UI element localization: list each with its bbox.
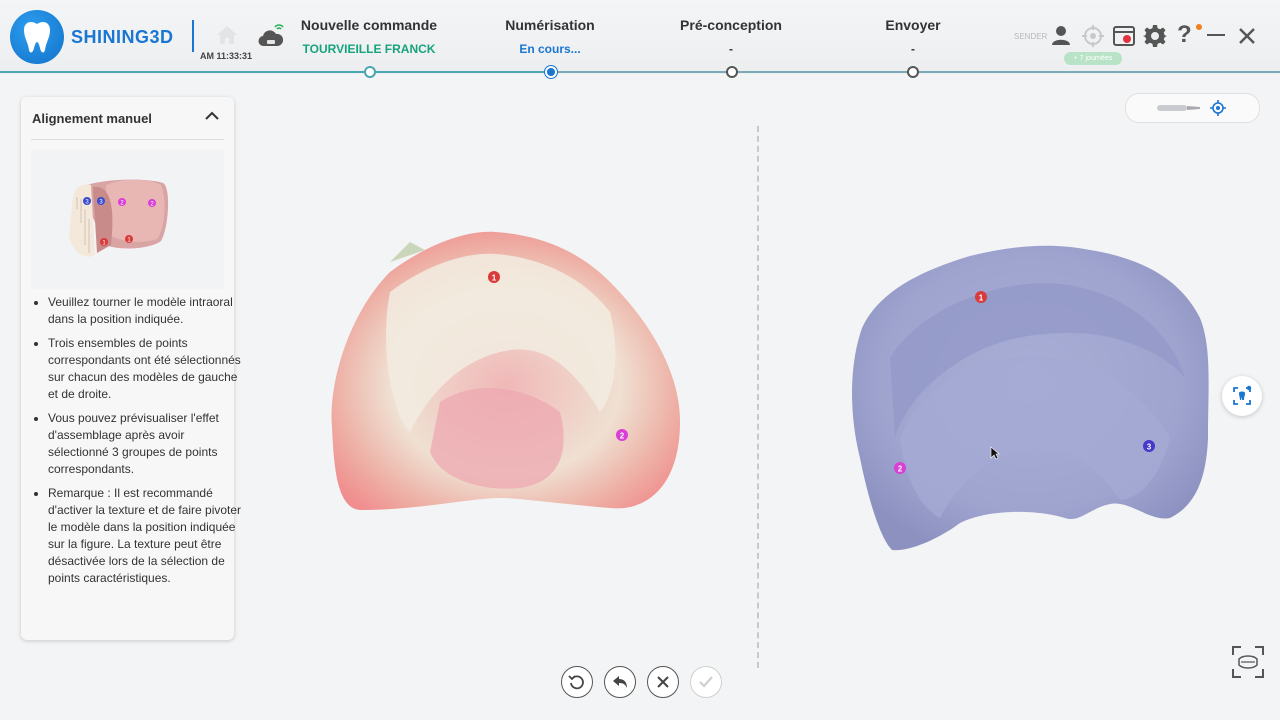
step-node-pending [907,66,919,78]
instruction-list: Veuillez tourner le modèle intraoral dan… [31,294,244,594]
instruction-item: Trois ensembles de points correspondants… [48,335,244,403]
point-label: 3 [1147,443,1152,452]
manual-alignment-panel: Alignement manuel 3 3 2 2 1 1 Veuillez t… [21,97,241,640]
step-title: Nouvelle commande [300,17,438,33]
help-icon[interactable]: ? [1177,21,1192,49]
mouse-cursor-icon [990,446,1000,465]
cloud-wifi-icon[interactable] [257,24,285,55]
reference-thumbnail: 3 3 2 2 1 1 [31,149,224,289]
notification-dot [1196,24,1202,30]
step-status: - [911,42,915,56]
jaw-frame-icon [1232,646,1264,678]
target-icon[interactable] [1081,24,1105,53]
view-mode-button[interactable] [1222,376,1262,416]
tooth-logo-icon [10,10,64,64]
tooth-view-icon [1233,385,1252,405]
confirm-button[interactable] [690,666,722,698]
chevron-up-icon[interactable] [203,109,221,128]
notice-badge: + 7 journées [1064,52,1122,65]
close-icon[interactable] [1238,27,1256,50]
tool-selector [1125,93,1260,123]
home-icon[interactable] [215,24,239,51]
step-title: Numérisation [505,17,595,33]
undo-button[interactable] [604,666,636,698]
step-status: En cours... [519,42,581,56]
instruction-item: Vous pouvez prévisualiser l'effet d'asse… [48,410,244,478]
divider [31,139,224,140]
step-patient-name: TOURVIEILLE FRANCK [302,42,436,56]
undo-icon [613,676,627,688]
cancel-button[interactable] [647,666,679,698]
scan-model-untextured[interactable]: 1 2 3 [840,238,1220,558]
user-icon[interactable] [1050,24,1072,51]
sender-label: SENDER [1014,32,1048,41]
step-status: - [729,42,733,56]
logo-divider [192,20,194,52]
gear-icon[interactable] [1143,24,1167,53]
top-bar: SHINING3D AM 11:33:31 Nouvelle commande … [0,0,1280,78]
progress-line-done [0,71,550,73]
step-numerisation[interactable]: Numérisation En cours... [465,17,635,56]
check-icon [699,676,713,688]
point-label: 2 [620,432,625,441]
point-label: 1 [492,274,497,283]
step-node-done [364,66,376,78]
step-node-active [545,66,557,78]
fit-view-button[interactable] [1231,645,1265,684]
step-title: Envoyer [885,17,941,33]
step-nouvelle-commande[interactable]: Nouvelle commande TOURVIEILLE FRANCK [284,17,454,56]
step-node-pending [726,66,738,78]
clock-time: AM 11:33:31 [200,51,253,61]
intraoral-model-textured[interactable]: 1 2 [320,222,690,522]
x-icon [657,676,669,688]
step-title: Pré-conception [680,17,782,33]
record-icon[interactable] [1112,24,1136,53]
rotate-icon [568,675,584,690]
point-label: 1 [979,294,984,303]
scanner-icon[interactable] [1156,103,1202,113]
step-pre-conception[interactable]: Pré-conception - [646,17,816,56]
target-icon[interactable] [1210,100,1226,116]
instruction-item: Remarque : Il est recommandé d'activer l… [48,485,244,587]
point-label: 2 [898,465,903,474]
minimize-icon[interactable] [1207,34,1225,36]
instruction-item: Veuillez tourner le modèle intraoral dan… [48,294,244,328]
step-envoyer[interactable]: Envoyer - [828,17,998,56]
reset-view-button[interactable] [561,666,593,698]
panel-title: Alignement manuel [32,111,152,126]
brand-name: SHINING3D [71,27,174,47]
view-split-divider [757,126,759,668]
